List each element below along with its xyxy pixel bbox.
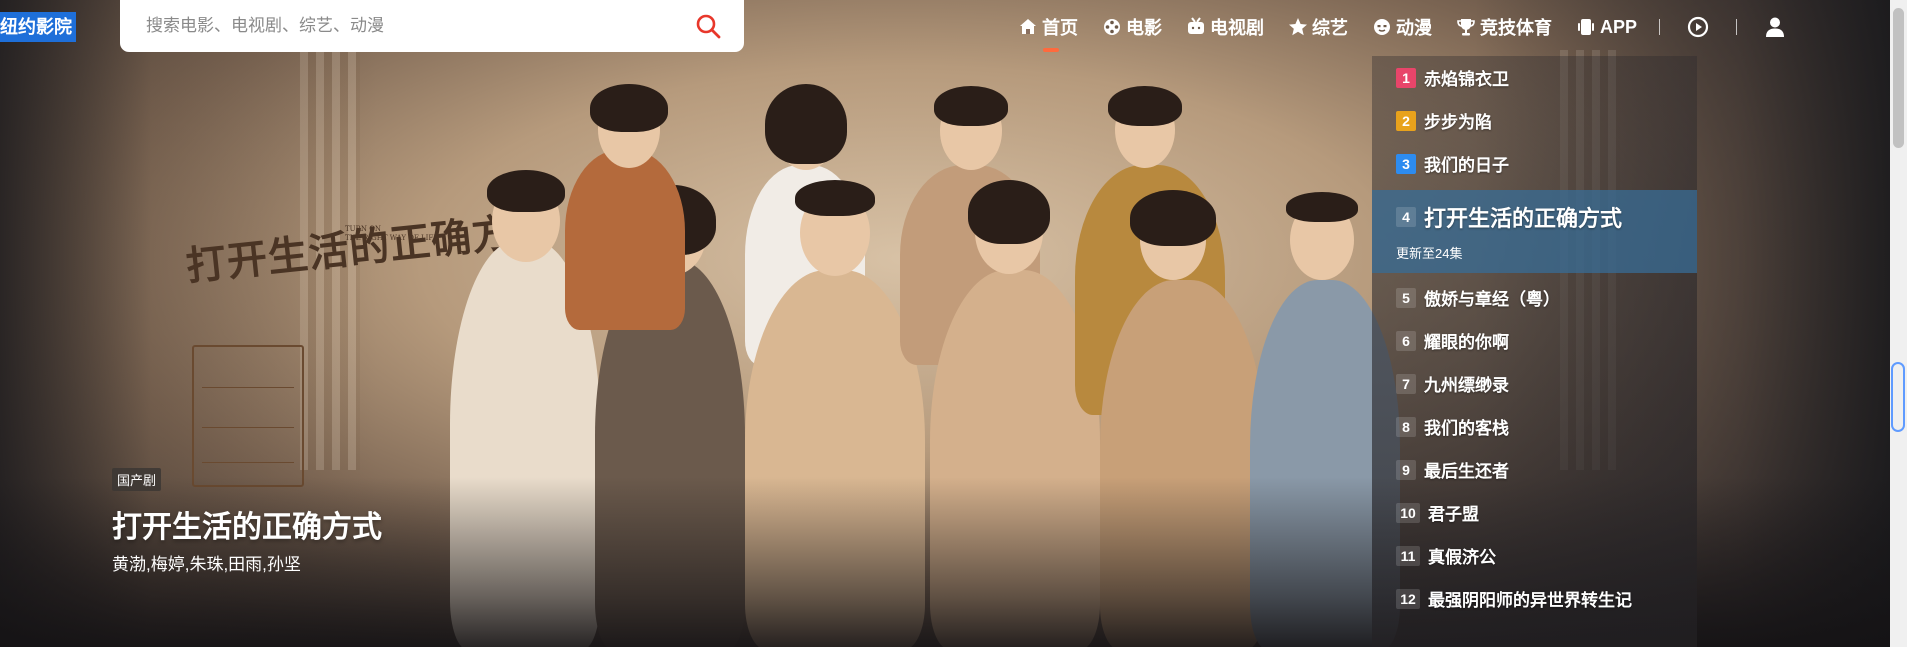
ranking-title: 打开生活的正确方式 (1424, 206, 1623, 231)
search-bar (120, 0, 744, 52)
nav-divider (1736, 19, 1738, 35)
nav-divider (1659, 19, 1661, 35)
home-icon (1020, 19, 1036, 34)
ranking-item[interactable]: 6 耀眼的你啊 (1372, 319, 1697, 362)
ranking-title: 我们的日子 (1424, 156, 1509, 175)
rank-number: 4 (1396, 207, 1416, 227)
cast-figure (565, 150, 685, 330)
featured-cast: 黄渤,梅婷,朱珠,田雨,孙坚 (112, 555, 301, 574)
search-input[interactable] (144, 15, 688, 37)
play-history-button[interactable] (1686, 15, 1710, 39)
rank-number: 3 (1396, 153, 1416, 174)
ranking-item[interactable]: 11 真假济公 (1372, 534, 1697, 577)
rank-number: 8 (1396, 416, 1416, 437)
site-logo[interactable]: 纽约影院 (0, 12, 76, 42)
ranking-title: 最强阴阳师的异世界转生记 (1428, 591, 1632, 610)
ranking-title: 步步为陷 (1424, 113, 1492, 132)
genre-tag: 国产剧 (112, 468, 162, 491)
search-icon[interactable] (694, 12, 722, 40)
ranking-item[interactable]: 10 君子盟 (1372, 491, 1697, 534)
phone-icon (1578, 19, 1594, 35)
scroll-position-indicator[interactable] (1891, 362, 1905, 432)
rank-number: 2 (1396, 110, 1416, 131)
film-reel-icon (1104, 19, 1120, 35)
rank-number: 11 (1396, 545, 1420, 566)
ranking-item[interactable]: 1 赤焰锦衣卫 (1372, 56, 1697, 99)
ranking-item-active[interactable]: 4 打开生活的正确方式 更新至24集 (1372, 190, 1697, 273)
ranking-item[interactable]: 3 我们的日子 (1372, 142, 1697, 185)
user-icon (1766, 17, 1785, 37)
tv-icon (1188, 17, 1204, 34)
rank-number: 9 (1396, 459, 1416, 480)
user-account-button[interactable] (1763, 15, 1787, 39)
rank-number: 12 (1396, 588, 1420, 609)
ranking-title: 傲娇与章经（粤） (1424, 290, 1560, 309)
ranking-item[interactable]: 8 我们的客栈 (1372, 405, 1697, 448)
nav-item-tv[interactable]: 电视剧 (1186, 14, 1264, 40)
ranking-title: 君子盟 (1428, 505, 1479, 524)
ranking-title: 耀眼的你啊 (1424, 333, 1509, 352)
featured-title[interactable]: 打开生活的正确方式 (112, 502, 382, 546)
nav-item-anime[interactable]: 动漫 (1372, 14, 1432, 40)
ranking-item[interactable]: 5 傲娇与章经（粤） (1372, 276, 1697, 319)
nav-item-home[interactable]: 首页 (1018, 14, 1078, 52)
anime-face-icon (1374, 19, 1390, 35)
play-circle-icon (1687, 16, 1709, 38)
nav-item-movie[interactable]: 电影 (1102, 14, 1162, 40)
nav-item-sports[interactable]: 竞技体育 (1456, 14, 1552, 40)
episode-status: 更新至24集 (1396, 246, 1463, 261)
nav-item-app[interactable]: APP (1576, 17, 1637, 38)
ranking-title: 赤焰锦衣卫 (1424, 70, 1509, 89)
poster-art-subtitle: TURN ON THE RIGHT WAY OF LIFE (345, 225, 439, 242)
ranking-title: 真假济公 (1428, 548, 1496, 567)
rank-number: 5 (1396, 287, 1416, 308)
rank-number: 1 (1396, 67, 1416, 88)
ranking-item[interactable]: 12 最强阴阳师的异世界转生记 (1372, 577, 1697, 620)
trophy-icon (1457, 19, 1475, 36)
rank-number: 7 (1396, 373, 1416, 394)
rank-number: 6 (1396, 330, 1416, 351)
ranking-title: 最后生还者 (1424, 462, 1509, 481)
nav-item-variety[interactable]: 综艺 (1288, 14, 1348, 40)
rank-number: 10 (1396, 502, 1420, 523)
star-icon (1289, 18, 1307, 36)
ranking-title: 我们的客栈 (1424, 419, 1509, 438)
ranking-item[interactable]: 7 九州缥缈录 (1372, 362, 1697, 405)
scrollbar-thumb[interactable] (1893, 8, 1904, 148)
ranking-item[interactable]: 2 步步为陷 (1372, 99, 1697, 142)
main-nav: 首页 电影 电视剧 综艺 动漫 竞技体育 APP (1018, 12, 1787, 52)
cabinet-illustration (192, 345, 304, 487)
page-scrollbar[interactable] (1890, 0, 1907, 647)
ranking-list: 1 赤焰锦衣卫 2 步步为陷 3 我们的日子 4 打开生活的正确方式 更新至24… (1372, 56, 1697, 647)
ranking-item[interactable]: 9 最后生还者 (1372, 448, 1697, 491)
ranking-title: 九州缥缈录 (1424, 376, 1509, 395)
